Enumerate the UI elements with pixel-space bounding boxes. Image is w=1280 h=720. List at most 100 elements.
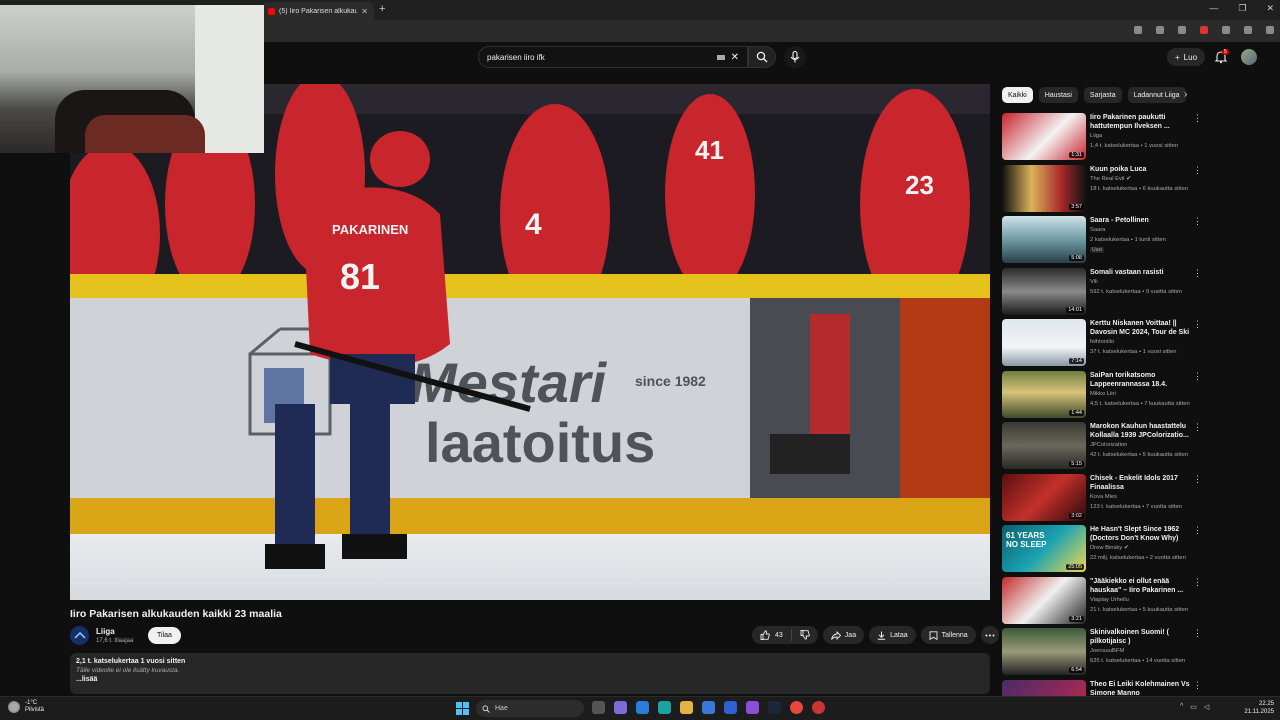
recommendation-channel[interactable]: hiihtoniilo xyxy=(1090,339,1114,345)
recommendation-channel[interactable]: Drew Binsky ✔ xyxy=(1090,545,1129,551)
network-icon[interactable]: ▭ xyxy=(1190,703,1197,711)
profile-icon[interactable] xyxy=(1244,26,1252,34)
recommendation-title[interactable]: Kerttu Niskanen Voittaa! || Davosin MC 2… xyxy=(1090,319,1190,337)
chevron-right-icon[interactable]: › xyxy=(1184,89,1187,100)
like-button[interactable]: 43 xyxy=(752,629,792,641)
subscribe-button[interactable]: Tilaa xyxy=(148,627,181,644)
create-button[interactable]: + Luo xyxy=(1167,48,1206,66)
recommendation-title[interactable]: Chisek - Enkelit Idols 2017 Finaalissa xyxy=(1090,474,1190,492)
recommendation-title[interactable]: Theo Ei Leiki Kolehmainen Vs Simone Mann… xyxy=(1090,680,1190,698)
recommendation-channel[interactable]: Vili xyxy=(1090,279,1098,285)
discord-icon[interactable] xyxy=(746,701,759,714)
share-button[interactable]: Jaa xyxy=(822,626,865,644)
recommendation-title[interactable]: Saara - Petollinen xyxy=(1090,216,1190,225)
minimize-button[interactable]: — xyxy=(1209,3,1218,14)
weather-widget[interactable]: -1°C Pilvistä xyxy=(8,700,44,714)
edge-icon[interactable] xyxy=(658,701,671,714)
chrome-icon[interactable] xyxy=(790,701,803,714)
recommendation-channel[interactable]: Liiga xyxy=(1090,133,1102,139)
video-thumbnail[interactable]: 5:15 xyxy=(1002,422,1086,469)
more-vertical-icon[interactable]: ⋮ xyxy=(1193,114,1202,123)
clear-search-icon[interactable]: ✕ xyxy=(731,52,739,63)
task-view-icon[interactable] xyxy=(592,701,605,714)
more-vertical-icon[interactable]: ⋮ xyxy=(1193,629,1202,638)
more-vertical-icon[interactable]: ⋮ xyxy=(1193,680,1202,689)
app-icon[interactable] xyxy=(724,701,737,714)
show-more-link[interactable]: ...lisää xyxy=(76,676,984,683)
video-thumbnail[interactable]: 3:21 xyxy=(1002,576,1086,624)
app-red-icon[interactable] xyxy=(812,701,825,714)
cast-icon[interactable] xyxy=(1134,26,1142,34)
recommendation-item[interactable]: 7:14 Kerttu Niskanen Voittaa! || Davosin … xyxy=(1002,319,1208,371)
folder-icon[interactable] xyxy=(680,701,693,714)
steam-icon[interactable] xyxy=(768,701,781,714)
chip-series[interactable]: Sarjasta xyxy=(1083,87,1122,103)
taskbar-search[interactable]: Hae xyxy=(476,700,584,717)
recommendation-item[interactable]: 1:31 Iiro Pakarinen paukutti hattutempun … xyxy=(1002,113,1208,165)
channel-name[interactable]: Liiga xyxy=(96,627,115,636)
more-vertical-icon[interactable]: ⋮ xyxy=(1193,577,1202,586)
recommendation-title[interactable]: SaiPan torikatsomo Lappeenrannassa 18.4. xyxy=(1090,371,1190,389)
more-vertical-icon[interactable]: ⋮ xyxy=(1193,526,1202,535)
browser-menu-icon[interactable] xyxy=(1266,26,1274,34)
recommendation-channel[interactable]: JPColorization xyxy=(1090,442,1127,448)
browser-tab[interactable]: (5) Iiro Pakarisen alkukauden k... ✕ xyxy=(262,2,374,20)
recommendation-item[interactable]: 5:15 Marokon Kauhun haastattelu Kollaalla… xyxy=(1002,422,1208,474)
extension-icon[interactable] xyxy=(1178,26,1186,34)
video-thumbnail[interactable]: 5:08 xyxy=(1002,216,1086,263)
download-button[interactable]: Lataa xyxy=(869,626,916,644)
tab-close-icon[interactable]: ✕ xyxy=(361,7,368,16)
chip-uploaded-by[interactable]: Ladannut Liiga xyxy=(1127,87,1186,103)
channel-avatar[interactable] xyxy=(70,626,89,645)
recommendation-item[interactable]: 3:21 "Jääkiekko ei ollut enää hauskaa" – … xyxy=(1002,576,1208,629)
description-box[interactable]: 2,1 t. katselukertaa 1 vuosi sitten Täll… xyxy=(70,653,990,694)
extension-red-icon[interactable] xyxy=(1200,26,1208,34)
video-thumbnail[interactable]: 3:02 xyxy=(1002,473,1086,521)
video-thumbnail[interactable]: 14:01 xyxy=(1002,267,1086,315)
keyboard-icon[interactable] xyxy=(716,54,725,60)
recommendation-item[interactable]: 1:44 SaiPan torikatsomo Lappeenrannassa 1… xyxy=(1002,370,1208,423)
new-tab-button[interactable]: + xyxy=(379,3,385,15)
close-window-button[interactable]: ✕ xyxy=(1266,3,1274,14)
account-avatar[interactable] xyxy=(1241,49,1257,65)
more-actions-button[interactable] xyxy=(980,626,999,644)
recommendation-title[interactable]: Kuun poika Luca xyxy=(1090,165,1190,174)
more-vertical-icon[interactable]: ⋮ xyxy=(1193,320,1202,329)
recommendation-title[interactable]: Marokon Kauhun haastattelu Kollaalla 193… xyxy=(1090,422,1190,440)
file-explorer-icon[interactable] xyxy=(636,701,649,714)
voice-search-button[interactable] xyxy=(784,46,806,68)
recommendation-item[interactable]: 6:54 Skinivalkoinen Suomi! ( pilkotijaisc… xyxy=(1002,628,1208,680)
video-thumbnail[interactable]: 1:44 xyxy=(1002,370,1086,418)
teams-icon[interactable] xyxy=(614,701,627,714)
search-input[interactable]: pakarisen iiro ifk xyxy=(487,53,717,62)
search-box[interactable]: pakarisen iiro ifk ✕ xyxy=(478,46,748,68)
recommendation-item[interactable]: 5:08 Saara - Petollinen Saara 2 katselukert… xyxy=(1002,216,1208,268)
volume-icon[interactable]: ◁ xyxy=(1204,703,1209,711)
recommendation-title[interactable]: Iiro Pakarinen paukutti hattutempun Ilve… xyxy=(1090,113,1190,131)
more-vertical-icon[interactable]: ⋮ xyxy=(1193,165,1202,174)
video-thumbnail[interactable]: 1:31 xyxy=(1002,113,1086,160)
recommendation-channel[interactable]: Mikko Liiri xyxy=(1090,391,1116,397)
maximize-button[interactable]: ❐ xyxy=(1238,3,1246,14)
video-player[interactable]: 4 41 23 Mestari laatoitus since 1982 81 … xyxy=(70,84,990,600)
system-clock[interactable]: 22.25 21.11.2025 xyxy=(1236,700,1274,716)
bookmark-star-icon[interactable] xyxy=(1156,26,1164,34)
extensions-puzzle-icon[interactable] xyxy=(1222,26,1230,34)
search-button[interactable] xyxy=(748,46,776,68)
video-thumbnail[interactable]: 7:14 xyxy=(1002,319,1086,366)
recommendation-title[interactable]: Somali vastaan rasisti xyxy=(1090,268,1190,277)
tray-chevron-icon[interactable]: ^ xyxy=(1180,703,1183,711)
chip-all[interactable]: Kaikki xyxy=(1002,87,1033,103)
recommendation-channel[interactable]: Saara xyxy=(1090,227,1105,233)
chip-search[interactable]: Haustasi xyxy=(1038,87,1078,103)
recommendation-item[interactable]: 61 YEARS NO SLEEP 25:05 He Hasn't Slept Si… xyxy=(1002,525,1208,577)
recommendation-channel[interactable]: JoensuuBFM xyxy=(1090,648,1124,654)
video-thumbnail[interactable]: 61 YEARS NO SLEEP 25:05 xyxy=(1002,525,1086,572)
store-icon[interactable] xyxy=(702,701,715,714)
recommendation-title[interactable]: "Jääkiekko ei ollut enää hauskaa" – Iiro… xyxy=(1090,577,1190,595)
recommendation-title[interactable]: Skinivalkoinen Suomi! ( pilkotijaisc ) xyxy=(1090,628,1190,646)
dislike-button[interactable] xyxy=(792,630,818,640)
recommendation-item[interactable]: 14:01 Somali vastaan rasisti Vili 592 t. ka… xyxy=(1002,267,1208,320)
more-vertical-icon[interactable]: ⋮ xyxy=(1193,268,1202,277)
recommendation-channel[interactable]: Kova Mies xyxy=(1090,494,1117,500)
